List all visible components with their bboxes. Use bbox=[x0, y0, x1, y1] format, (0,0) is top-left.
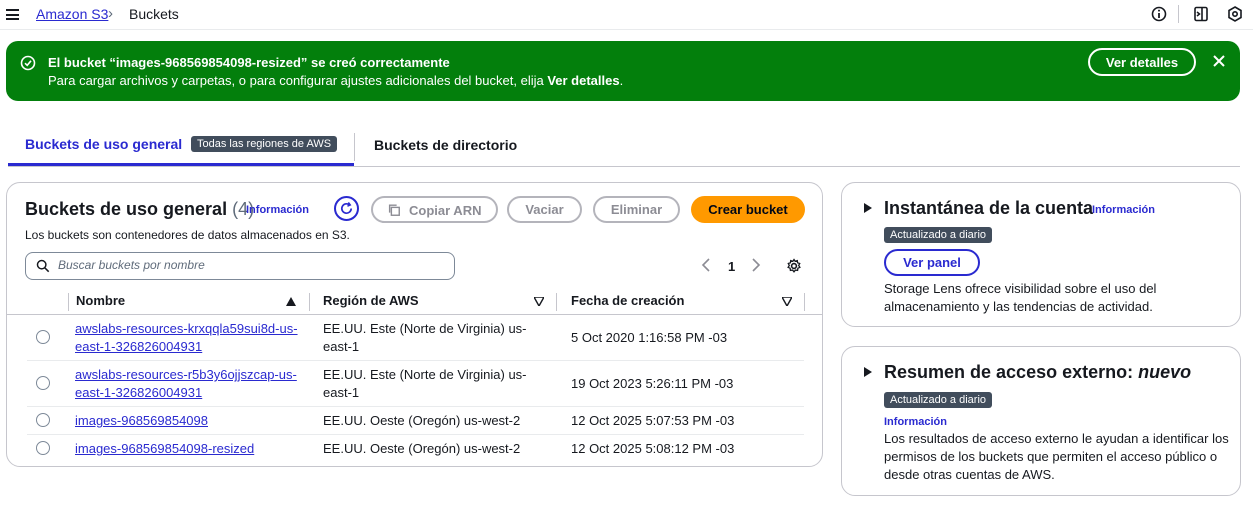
search-input[interactable]: Buscar buckets por nombre bbox=[58, 258, 205, 272]
external-access-summary-card: Resumen de acceso externo: nuevo Actuali… bbox=[841, 346, 1241, 496]
menu-icon[interactable] bbox=[6, 9, 19, 20]
view-details-button[interactable]: Ver detalles bbox=[1088, 48, 1196, 76]
view-dashboard-button[interactable]: Ver panel bbox=[884, 249, 980, 276]
refresh-button[interactable] bbox=[334, 196, 359, 221]
sort-icon[interactable] bbox=[534, 297, 544, 306]
tab-directory-buckets[interactable]: Buckets de directorio bbox=[374, 137, 517, 153]
info-link[interactable]: Información bbox=[1092, 204, 1155, 216]
row-radio[interactable] bbox=[36, 330, 50, 344]
close-icon[interactable] bbox=[1211, 53, 1227, 69]
column-separator bbox=[309, 293, 310, 311]
bucket-region: EE.UU. Oeste (Oregón) us-west-2 bbox=[323, 441, 521, 456]
settings-hexagon-icon[interactable] bbox=[1227, 6, 1243, 22]
column-name[interactable]: Nombre bbox=[76, 293, 125, 308]
bucket-date: 5 Oct 2020 1:16:58 PM -03 bbox=[571, 330, 728, 345]
info-link[interactable]: Información bbox=[246, 204, 309, 216]
info-link[interactable]: Información bbox=[884, 416, 947, 428]
table-row[interactable]: images-968569854098 EE.UU. Oeste (Oregón… bbox=[27, 407, 804, 435]
table-row[interactable]: awslabs-resources-r5b3y6ojjszcap-us-east… bbox=[27, 361, 804, 407]
chevron-left-icon[interactable] bbox=[701, 258, 711, 272]
panel-title: Buckets de uso general (4) bbox=[25, 199, 255, 219]
card-description: Storage Lens ofrece visibilidad sobre el… bbox=[884, 281, 1157, 314]
bucket-name-link[interactable]: images-968569854098 bbox=[75, 412, 305, 430]
caret-right-icon[interactable] bbox=[864, 367, 872, 377]
flash-message-link: Ver detalles bbox=[547, 73, 620, 88]
tabs-underline bbox=[8, 166, 1240, 167]
toolbar-divider bbox=[1178, 5, 1179, 23]
bucket-date: 12 Oct 2025 5:07:53 PM -03 bbox=[571, 413, 735, 428]
breadcrumb-amazon-s3[interactable]: Amazon S3 bbox=[36, 6, 108, 22]
refresh-icon bbox=[340, 201, 353, 215]
flash-title: El bucket “images-968569854098-resized” … bbox=[48, 55, 450, 70]
create-bucket-button[interactable]: Crear bucket bbox=[691, 196, 805, 223]
card-description: Los resultados de acceso externo le ayud… bbox=[884, 431, 1229, 482]
bucket-date: 12 Oct 2025 5:08:12 PM -03 bbox=[571, 441, 735, 456]
search-icon bbox=[36, 259, 50, 273]
updated-daily-badge: Actualizado a diario bbox=[884, 227, 993, 243]
card-title[interactable]: Resumen de acceso externo: nuevo bbox=[884, 362, 1191, 383]
bucket-region: EE.UU. Oeste (Oregón) us-west-2 bbox=[323, 413, 521, 428]
sort-icon[interactable] bbox=[782, 297, 792, 306]
table-row[interactable]: awslabs-resources-krxqqla59sui8d-us-east… bbox=[27, 315, 804, 361]
bucket-date: 19 Oct 2023 5:26:11 PM -03 bbox=[571, 376, 734, 391]
buckets-panel: Buckets de uso general (4) Información L… bbox=[6, 182, 823, 467]
sort-ascending-icon[interactable] bbox=[286, 297, 296, 306]
success-check-icon bbox=[20, 55, 36, 71]
tab-general-purpose-buckets[interactable]: Buckets de uso general Todas las regione… bbox=[8, 128, 354, 166]
table-header: Nombre Región de AWS Fecha de creación bbox=[7, 289, 822, 315]
table-row[interactable]: images-968569854098-resized EE.UU. Oeste… bbox=[27, 435, 804, 463]
delete-button[interactable]: Eliminar bbox=[593, 196, 680, 223]
column-creation-date[interactable]: Fecha de creación bbox=[571, 293, 684, 308]
copy-icon bbox=[388, 204, 400, 216]
breadcrumb-separator: › bbox=[108, 5, 113, 22]
search-field[interactable]: Buscar buckets por nombre bbox=[25, 252, 455, 280]
notifications-panel-icon[interactable] bbox=[1193, 6, 1209, 22]
updated-daily-badge: Actualizado a diario bbox=[884, 392, 993, 408]
column-separator bbox=[68, 293, 69, 311]
caret-right-icon[interactable] bbox=[864, 203, 872, 213]
row-radio[interactable] bbox=[36, 413, 50, 427]
row-radio[interactable] bbox=[36, 441, 50, 455]
new-label: nuevo bbox=[1138, 362, 1192, 382]
chevron-right-icon[interactable] bbox=[751, 258, 761, 272]
bucket-region: EE.UU. Este (Norte de Virginia) us-east-… bbox=[323, 367, 527, 400]
bucket-region: EE.UU. Este (Norte de Virginia) us-east-… bbox=[323, 321, 527, 354]
success-flash: El bucket “images-968569854098-resized” … bbox=[6, 41, 1240, 101]
breadcrumb-current: Buckets bbox=[129, 6, 179, 22]
card-title[interactable]: Instantánea de la cuenta bbox=[884, 198, 1093, 219]
column-region[interactable]: Región de AWS bbox=[323, 293, 419, 308]
all-regions-badge: Todas las regiones de AWS bbox=[191, 136, 338, 152]
column-separator bbox=[804, 293, 805, 311]
panel-description: Los buckets son contenedores de datos al… bbox=[25, 228, 350, 242]
bucket-name-link[interactable]: awslabs-resources-krxqqla59sui8d-us-east… bbox=[75, 320, 305, 356]
copy-arn-label: Copiar ARN bbox=[409, 203, 482, 218]
tab-divider bbox=[354, 133, 355, 161]
column-separator bbox=[556, 293, 557, 311]
copy-arn-button[interactable]: Copiar ARN bbox=[371, 196, 498, 223]
tab-label: Buckets de uso general bbox=[25, 136, 183, 152]
row-radio[interactable] bbox=[36, 376, 50, 390]
info-circle-icon[interactable] bbox=[1151, 6, 1167, 22]
bucket-name-link[interactable]: awslabs-resources-r5b3y6ojjszcap-us-east… bbox=[75, 366, 305, 402]
page-number[interactable]: 1 bbox=[728, 259, 735, 274]
account-snapshot-card: Instantánea de la cuenta Información Act… bbox=[841, 182, 1241, 327]
top-navigation: Amazon S3 › Buckets bbox=[0, 0, 1253, 30]
flash-message: Para cargar archivos y carpetas, o para … bbox=[48, 73, 624, 88]
bucket-name-link[interactable]: images-968569854098-resized bbox=[75, 440, 305, 458]
empty-button[interactable]: Vaciar bbox=[507, 196, 582, 223]
gear-icon[interactable] bbox=[786, 258, 802, 274]
